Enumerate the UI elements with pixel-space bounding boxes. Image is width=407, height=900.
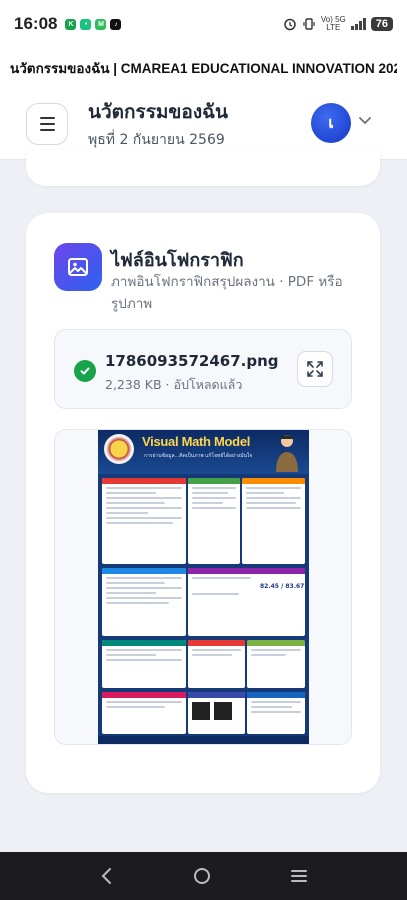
qr-code-icon [192, 702, 210, 720]
uploaded-file-row: 1786093572467.png 2,238 KB · อัปโหลดแล้ว [54, 329, 352, 409]
file-name: 1786093572467.png [105, 352, 279, 370]
alarm-icon [284, 18, 296, 31]
poster-subtitle: การอ่านข้อมูล...คิดเป็นภาพ แก้โจทย์ได้อย… [144, 453, 253, 459]
qr-code-icon [214, 702, 232, 720]
image-preview[interactable]: Visual Math Model การอ่านข้อมูล...คิดเป็… [54, 429, 352, 745]
infographic-card: ไฟล์อินโฟกราฟิก ภาพอินโฟกราฟิกสรุปผลงาน … [26, 213, 380, 793]
notification-line-icon: • [80, 18, 92, 30]
network-type: Vo) 5G LTE [320, 15, 346, 32]
browser-title-bar: นวัตกรรมของฉัน | CMAREA1 EDUCATIONAL INN… [0, 48, 407, 88]
avatar[interactable]: เ [311, 103, 351, 143]
page-title: นวัตกรรมของฉัน [88, 100, 229, 123]
expand-button[interactable] [297, 351, 333, 387]
page-tab-title: นวัตกรรมของฉัน | CMAREA1 EDUCATIONAL INN… [10, 61, 397, 76]
teacher-illustration [276, 435, 298, 472]
hamburger-icon [39, 116, 55, 119]
header-text: นวัตกรรมของฉัน พุธที่ 2 กันยายน 2569 [88, 97, 228, 151]
image-icon [54, 243, 102, 291]
card-subtitle: ภาพอินโฟกราฟิกสรุปผลงาน · PDF หรือรูปภาพ [111, 274, 343, 312]
recents-icon[interactable] [290, 868, 308, 884]
signal-icon [350, 18, 366, 30]
expand-icon [307, 361, 323, 377]
status-time: 16:08 [14, 14, 58, 33]
page-date: พุธที่ 2 กันยายน 2569 [88, 131, 225, 148]
notification-m-icon: M [95, 18, 107, 30]
notification-tiktok-icon: ♪ [110, 18, 122, 30]
back-icon[interactable] [99, 867, 115, 885]
file-meta: 2,238 KB · อัปโหลดแล้ว [105, 377, 243, 392]
notification-k-icon: K [65, 18, 77, 30]
status-indicators: Vo) 5G LTE 76 [283, 16, 393, 32]
infographic-preview-image: Visual Math Model การอ่านข้อมูล...คิดเป็… [98, 430, 309, 744]
chevron-down-icon[interactable] [358, 116, 372, 126]
previous-card-bottom [26, 150, 380, 186]
status-bar: 16:08 K • M ♪ Vo) 5G LTE 76 [0, 0, 407, 48]
check-circle-icon [74, 360, 96, 382]
home-icon[interactable] [193, 867, 211, 885]
system-nav-bar [0, 852, 407, 900]
poster-result: 82.45 / 83.67 [260, 583, 305, 590]
school-seal-image [104, 434, 134, 464]
card-title: ไฟล์อินโฟกราฟิก [111, 250, 244, 271]
menu-button[interactable] [26, 102, 68, 145]
battery-indicator: 76 [370, 17, 393, 31]
poster-title: Visual Math Model [142, 434, 251, 449]
vibrate-icon [303, 18, 315, 30]
